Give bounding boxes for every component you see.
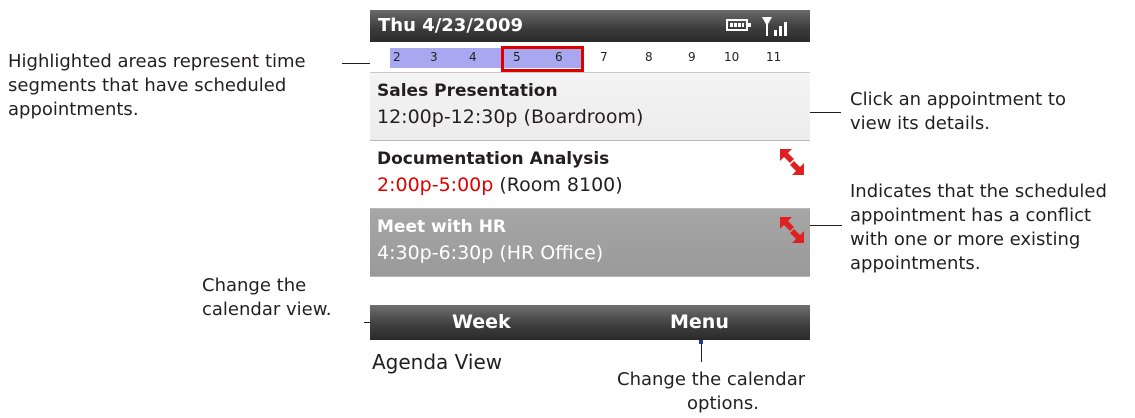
hour-tick: 10: [724, 50, 740, 64]
hour-tick: 3: [430, 50, 438, 64]
hour-tick: 6: [555, 50, 563, 64]
figure-caption: Agenda View: [372, 350, 503, 374]
softkey-week[interactable]: Week: [452, 311, 511, 333]
hour-tick: 2: [393, 50, 401, 64]
appointment-item[interactable]: Sales Presentation 12:00p-12:30p (Boardr…: [370, 73, 810, 141]
appointment-title: Documentation Analysis: [377, 149, 610, 169]
conflict-icon: [780, 217, 804, 243]
time-segment-strip[interactable]: 2 3 4 5 6 7 8 9 10 11: [370, 42, 810, 73]
callout-click-appointment: Click an appointment to view its details…: [850, 89, 1066, 134]
appointment-title: Meet with HR: [377, 217, 507, 237]
appointment-time-location: 2:00p-5:00p (Room 8100): [377, 174, 623, 196]
hour-tick: 5: [513, 50, 521, 64]
date-label: Thu 4/23/2009: [378, 15, 523, 36]
callout-dot-options: [699, 340, 703, 344]
callout-change-view: Change the calendar view.: [202, 275, 332, 320]
callout-conflict: Indicates that the scheduled appointment…: [850, 181, 1107, 274]
appointment-time-location: 12:00p-12:30p (Boardroom): [377, 106, 644, 128]
softkey-menu[interactable]: Menu: [670, 311, 729, 333]
appointment-time-location: 4:30p-6:30p (HR Office): [377, 242, 604, 264]
callout-highlighted-areas: Highlighted areas represent time segment…: [8, 51, 306, 120]
conflict-icon: [780, 149, 804, 175]
title-bar: Thu 4/23/2009: [370, 10, 810, 42]
callout-options: Change the calendar options.: [617, 369, 806, 414]
hour-tick: 9: [688, 50, 696, 64]
battery-icon: [726, 19, 751, 31]
appointment-item-selected[interactable]: Meet with HR 4:30p-6:30p (HR Office): [370, 209, 810, 277]
appointment-item[interactable]: Documentation Analysis 2:00p-5:00p (Room…: [370, 141, 810, 209]
hour-tick: 11: [766, 50, 782, 64]
appointment-title: Sales Presentation: [377, 81, 558, 101]
hour-tick: 7: [600, 50, 608, 64]
hour-tick: 8: [645, 50, 653, 64]
hour-tick: 4: [469, 50, 477, 64]
phone-screen: Thu 4/23/2009 2 3 4 5 6 7 8 9 10 11 Sale…: [370, 10, 810, 340]
softkey-bar: Week Menu: [370, 305, 810, 340]
signal-icon: [762, 17, 787, 36]
